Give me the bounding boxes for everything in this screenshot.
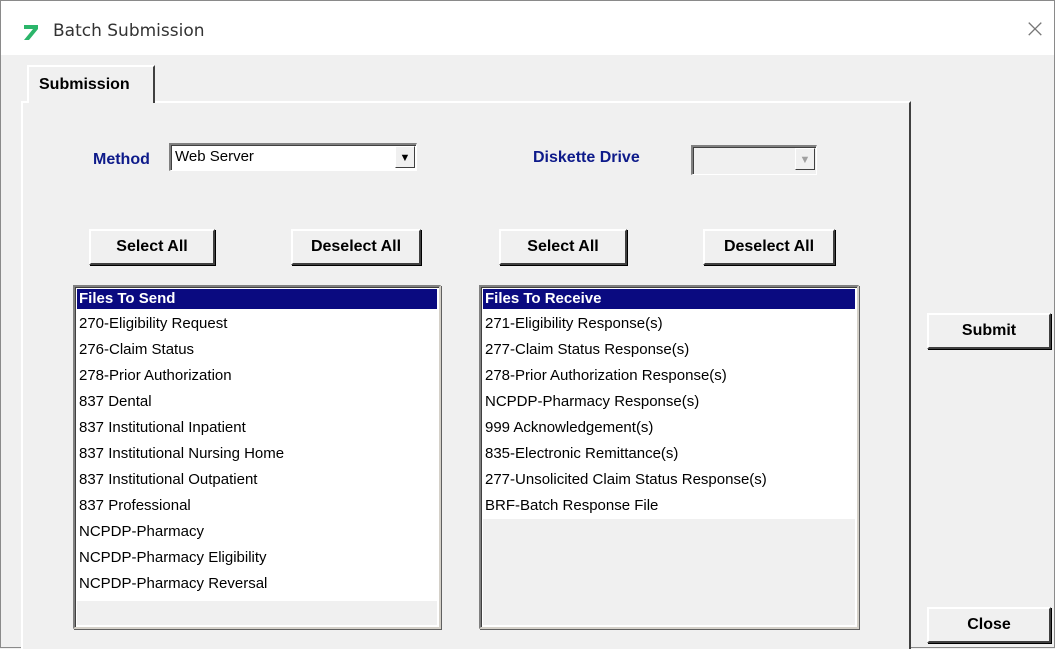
- list-empty-area: [483, 519, 855, 625]
- files-to-send-rows: 270-Eligibility Request 276-Claim Status 2…: [77, 311, 437, 597]
- list-item[interactable]: NCPDP-Pharmacy Reversal: [77, 571, 437, 597]
- list-item[interactable]: 837 Institutional Outpatient: [77, 467, 437, 493]
- method-select-value: Web Server: [175, 148, 254, 165]
- list-item[interactable]: 999 Acknowledgement(s): [483, 415, 855, 441]
- diskette-drive-label: Diskette Drive: [533, 149, 640, 166]
- method-select[interactable]: Web Server ▼: [169, 143, 417, 171]
- list-item[interactable]: 270-Eligibility Request: [77, 311, 437, 337]
- chevron-down-icon: ▼: [795, 148, 815, 170]
- list-item[interactable]: 277-Claim Status Response(s): [483, 337, 855, 363]
- close-window-icon[interactable]: ×: [1023, 16, 1047, 42]
- list-item[interactable]: 837 Institutional Inpatient: [77, 415, 437, 441]
- list-item[interactable]: 278-Prior Authorization: [77, 363, 437, 389]
- deselect-all-send-button[interactable]: Deselect All: [291, 229, 421, 265]
- files-to-send-list[interactable]: Files To Send 270-Eligibility Request 276…: [73, 285, 441, 629]
- list-item[interactable]: 271-Eligibility Response(s): [483, 311, 855, 337]
- tab-submission[interactable]: Submission: [27, 65, 155, 103]
- list-item[interactable]: 278-Prior Authorization Response(s): [483, 363, 855, 389]
- list-item[interactable]: 837 Professional: [77, 493, 437, 519]
- list-item[interactable]: NCPDP-Pharmacy Response(s): [483, 389, 855, 415]
- list-item[interactable]: 837 Dental: [77, 389, 437, 415]
- close-button[interactable]: Close: [927, 607, 1051, 643]
- list-item[interactable]: 835-Electronic Remittance(s): [483, 441, 855, 467]
- list-item[interactable]: BRF-Batch Response File: [483, 493, 855, 519]
- files-to-receive-header: Files To Receive: [483, 289, 855, 309]
- list-item[interactable]: NCPDP-Pharmacy Eligibility: [77, 545, 437, 571]
- files-to-receive-rows: 271-Eligibility Response(s) 277-Claim Sta…: [483, 311, 855, 519]
- select-all-receive-button[interactable]: Select All: [499, 229, 627, 265]
- diskette-drive-select: ▼: [691, 145, 817, 175]
- list-empty-area: [77, 601, 437, 625]
- deselect-all-receive-button[interactable]: Deselect All: [703, 229, 835, 265]
- tab-submission-label: Submission: [39, 76, 130, 93]
- chevron-down-icon[interactable]: ▼: [395, 146, 415, 168]
- submit-button[interactable]: Submit: [927, 313, 1051, 349]
- select-all-send-button[interactable]: Select All: [89, 229, 215, 265]
- app-logo-icon: [23, 23, 39, 41]
- list-item[interactable]: NCPDP-Pharmacy: [77, 519, 437, 545]
- title-bar: Batch Submission ×: [1, 1, 1054, 55]
- files-to-send-header: Files To Send: [77, 289, 437, 309]
- list-item[interactable]: 276-Claim Status: [77, 337, 437, 363]
- list-item[interactable]: 837 Institutional Nursing Home: [77, 441, 437, 467]
- method-label: Method: [93, 151, 150, 168]
- batch-submission-window: Batch Submission × Submission Method Web…: [0, 0, 1055, 649]
- files-to-receive-list[interactable]: Files To Receive 271-Eligibility Respons…: [479, 285, 859, 629]
- window-title: Batch Submission: [53, 21, 205, 41]
- list-item[interactable]: 277-Unsolicited Claim Status Response(s): [483, 467, 855, 493]
